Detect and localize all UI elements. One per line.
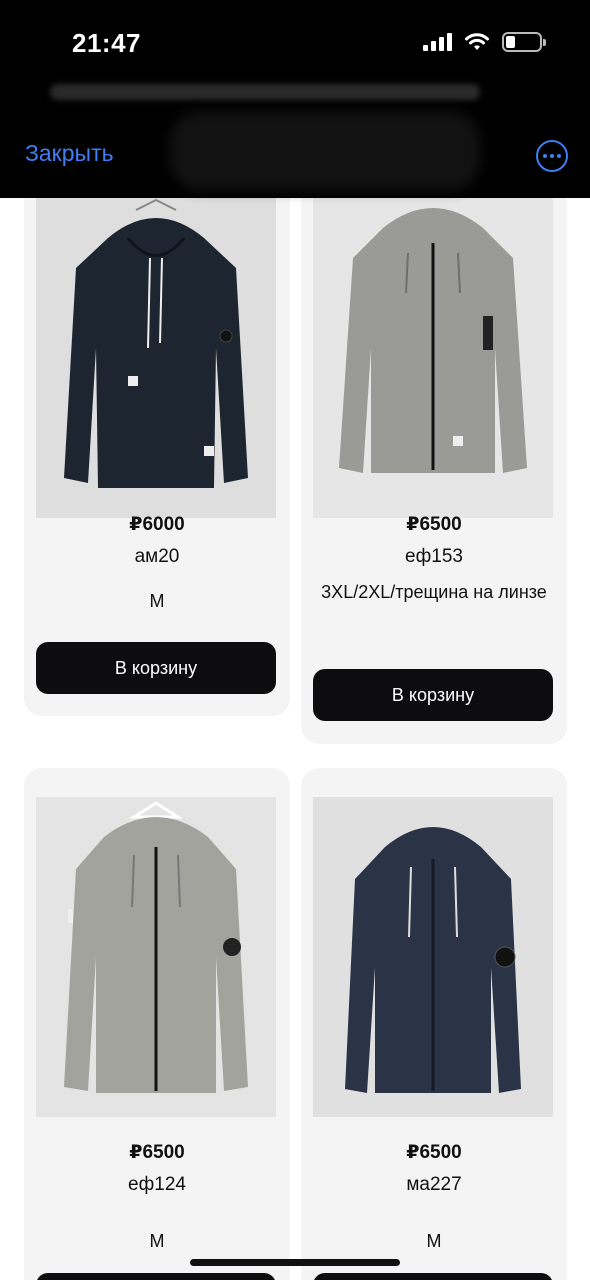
product-size: M <box>149 591 165 611</box>
add-to-cart-button[interactable]: В корзину <box>36 642 276 694</box>
product-card: ₽6500 еф153 3XL/2XL/трещина на линзе В к… <box>301 198 567 744</box>
status-time: 21:47 <box>72 28 141 58</box>
product-code: еф124 <box>128 1174 186 1195</box>
product-card: ₽6500 еф124 M <box>24 768 290 1280</box>
blurred-address <box>50 84 480 100</box>
product-photo[interactable] <box>36 198 276 518</box>
add-to-cart-button-partial[interactable] <box>313 1273 553 1280</box>
product-code: ма227 <box>406 1174 462 1195</box>
product-photo[interactable] <box>313 198 553 518</box>
product-size: M <box>149 1231 165 1251</box>
product-price: ₽6500 <box>406 514 462 535</box>
product-size: 3XL/2XL/трещина на линзе <box>321 582 547 602</box>
add-to-cart-button[interactable]: В корзину <box>313 669 553 721</box>
hoodie-image <box>36 198 276 518</box>
product-price: ₽6500 <box>129 1142 185 1163</box>
browser-header: 21:47 Закрыть <box>0 0 590 198</box>
home-indicator[interactable] <box>190 1259 400 1266</box>
product-card: ₽6500 ма227 M <box>301 768 567 1280</box>
close-button[interactable]: Закрыть <box>25 140 114 167</box>
add-to-cart-button-partial[interactable] <box>36 1273 276 1280</box>
product-photo[interactable] <box>36 797 276 1117</box>
battery-icon <box>502 32 546 52</box>
status-icons <box>423 32 546 52</box>
product-code: ам20 <box>134 546 180 567</box>
blurred-title <box>170 112 480 190</box>
product-photo[interactable] <box>313 797 553 1117</box>
product-size: M <box>426 1231 442 1251</box>
product-code: еф153 <box>405 546 463 567</box>
zip-hoodie-image <box>36 797 276 1117</box>
wifi-icon <box>465 33 489 50</box>
product-card: ₽6000 ам20 M В корзину <box>24 198 290 716</box>
zip-hoodie-image <box>313 198 553 518</box>
product-grid: ₽6000 ам20 M В корзину ₽6500 еф153 3XL/2… <box>0 198 590 1280</box>
product-price: ₽6500 <box>406 1142 462 1163</box>
product-price: ₽6000 <box>129 514 185 535</box>
zip-hoodie-image <box>313 797 553 1117</box>
more-options-icon[interactable] <box>536 140 568 172</box>
cellular-signal-icon <box>423 33 452 51</box>
